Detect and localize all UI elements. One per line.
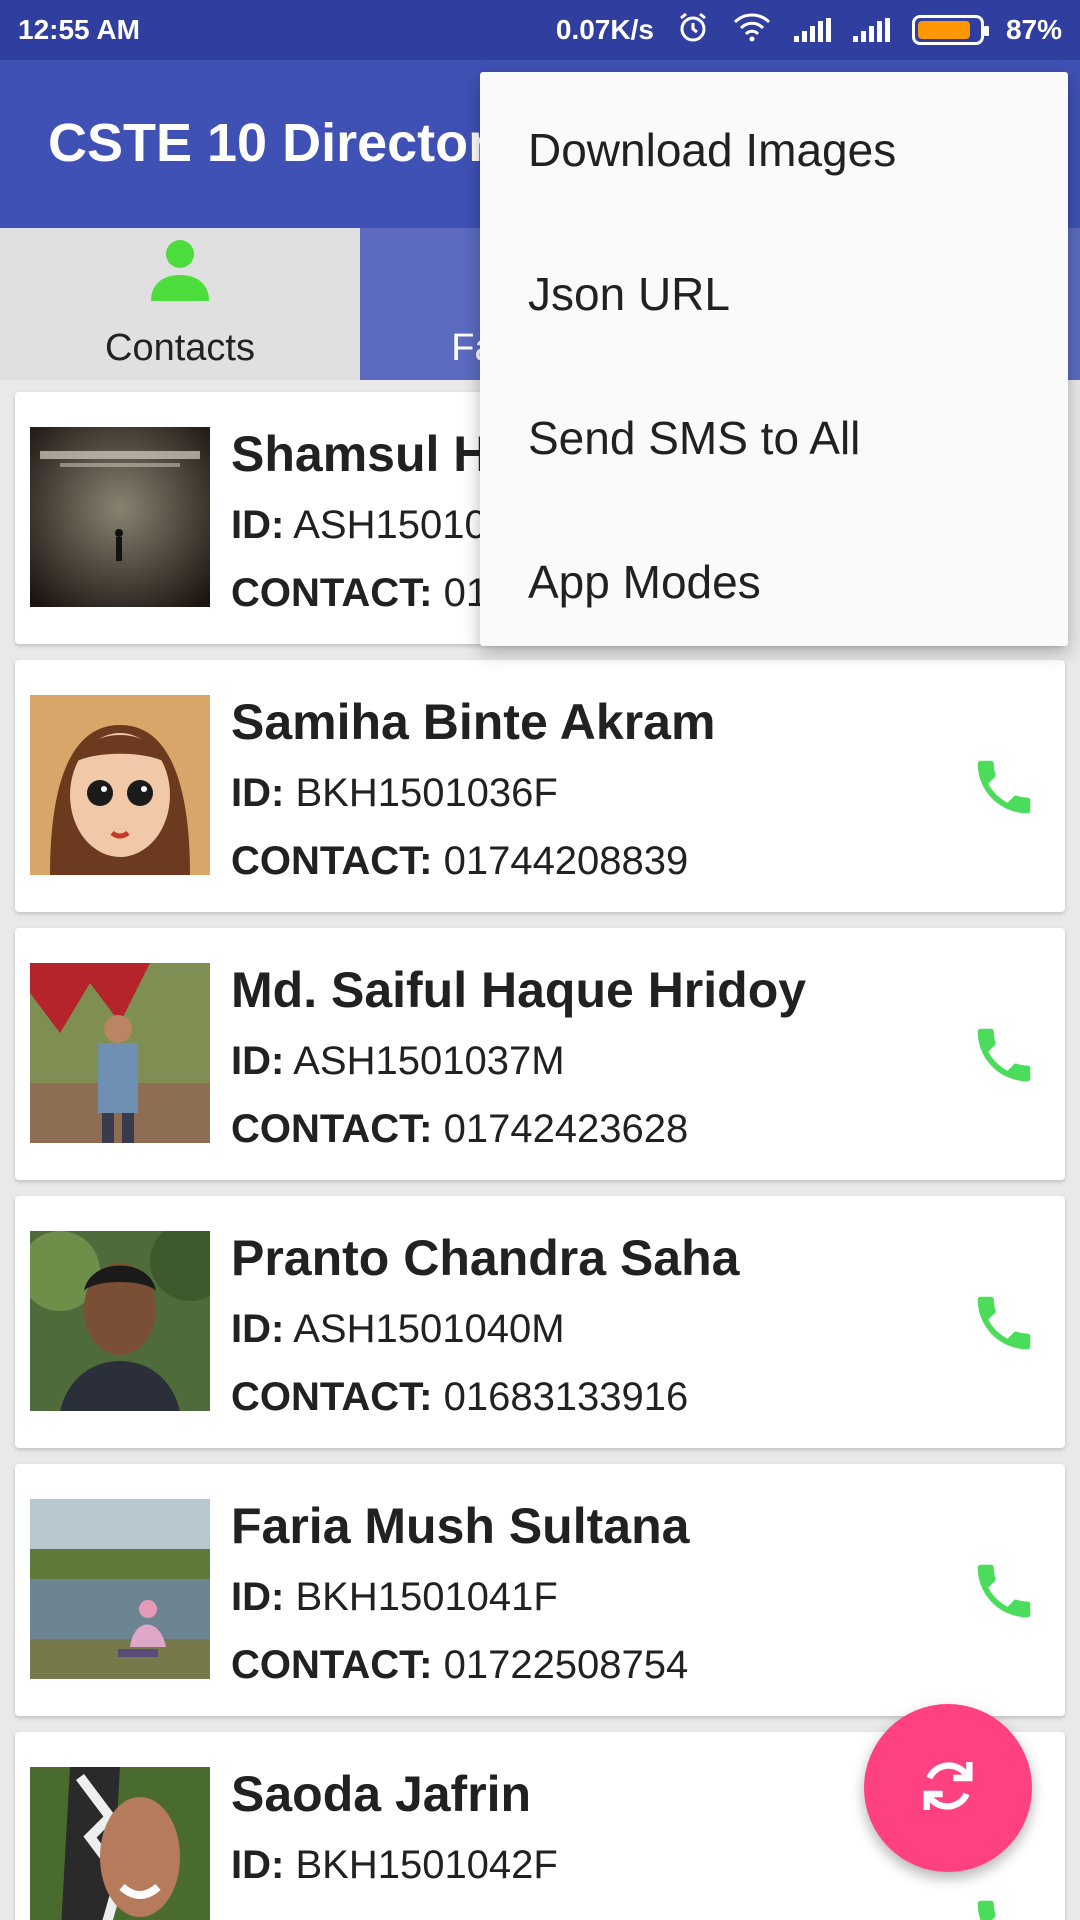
signal-icon-2 <box>852 18 890 42</box>
id-label: ID: <box>231 1307 285 1351</box>
contact-id: ASH1501040M <box>293 1307 565 1351</box>
contact-card[interactable]: Md. Saiful Haque Hridoy ID: ASH1501037M … <box>15 928 1065 1180</box>
wifi-icon <box>732 12 772 49</box>
contact-details: Samiha Binte Akram ID: BKH1501036F CONTA… <box>231 692 951 888</box>
menu-item-app-modes[interactable]: App Modes <box>480 510 1068 654</box>
id-label: ID: <box>231 1843 285 1887</box>
contact-phone: 01742423628 <box>443 1107 689 1151</box>
contact-name: Faria Mush Sultana <box>231 1498 690 1554</box>
contact-name: Pranto Chandra Saha <box>231 1230 740 1286</box>
phone-icon[interactable] <box>969 1288 1039 1358</box>
contact-id-row: ID: BKH1501041F <box>231 1570 951 1624</box>
refresh-button[interactable] <box>864 1704 1032 1872</box>
contact-id-row: ID: ASH1501037M <box>231 1034 951 1088</box>
phone-icon[interactable] <box>969 1020 1039 1090</box>
phone-icon[interactable] <box>969 1556 1039 1626</box>
alarm-icon <box>676 10 710 51</box>
person-icon <box>147 237 213 313</box>
contact-phone: 01722508754 <box>443 1643 689 1687</box>
contact-label: CONTACT: <box>231 1375 433 1419</box>
contact-label: CONTACT: <box>231 571 433 615</box>
contact-name: Md. Saiful Haque Hridoy <box>231 962 807 1018</box>
contact-name: Saoda Jafrin <box>231 1766 532 1822</box>
contact-phone: 01683133916 <box>443 1375 689 1419</box>
contact-id: BKH1501036F <box>295 771 558 815</box>
contact-id: ASH15010 <box>293 503 487 547</box>
contact-label: CONTACT: <box>231 839 433 883</box>
menu-item-download-images[interactable]: Download Images <box>480 78 1068 222</box>
contact-phone-row: CONTACT: 01744208839 <box>231 834 951 888</box>
contact-details: Saoda Jafrin ID: BKH1501042F <box>231 1764 951 1892</box>
avatar <box>30 963 210 1143</box>
battery-icon <box>911 15 989 45</box>
network-speed: 0.07K/s <box>555 14 654 45</box>
status-bar: 12:55 AM 0.07K/s 87% <box>0 0 1080 60</box>
contact-card[interactable]: Faria Mush Sultana ID: BKH1501041F CONTA… <box>15 1464 1065 1716</box>
contact-name: Samiha Binte Akram <box>231 694 716 750</box>
contact-card[interactable]: Samiha Binte Akram ID: BKH1501036F CONTA… <box>15 660 1065 912</box>
contact-phone: 01744208839 <box>443 839 689 883</box>
avatar <box>30 427 210 607</box>
contact-id-row: ID: ASH1501040M <box>231 1302 951 1356</box>
battery-percent: 87% <box>1005 14 1062 45</box>
phone-icon[interactable] <box>969 752 1039 822</box>
id-label: ID: <box>231 503 285 547</box>
contact-phone-row: CONTACT: 01722508754 <box>231 1638 951 1692</box>
contact-id: ASH1501037M <box>293 1039 565 1083</box>
avatar <box>30 695 210 875</box>
contact-id: BKH1501041F <box>295 1575 558 1619</box>
tab-contacts[interactable]: Contacts <box>0 228 360 380</box>
status-time: 12:55 AM <box>18 14 140 45</box>
id-label: ID: <box>231 771 285 815</box>
refresh-icon <box>916 1754 980 1823</box>
contact-phone-row: CONTACT: 01742423628 <box>231 1102 951 1156</box>
contact-label: CONTACT: <box>231 1643 433 1687</box>
contact-id: BKH1501042F <box>295 1843 558 1887</box>
id-label: ID: <box>231 1039 285 1083</box>
contact-card[interactable]: Pranto Chandra Saha ID: ASH1501040M CONT… <box>15 1196 1065 1448</box>
id-label: ID: <box>231 1575 285 1619</box>
avatar <box>30 1499 210 1679</box>
phone-icon[interactable] <box>969 1892 1039 1920</box>
signal-icon-1 <box>793 18 831 42</box>
tab-label: Contacts <box>105 327 255 369</box>
avatar <box>30 1231 210 1411</box>
menu-item-send-sms[interactable]: Send SMS to All <box>480 366 1068 510</box>
avatar <box>30 1767 210 1920</box>
contact-id-row: ID: BKH1501036F <box>231 766 951 820</box>
menu-item-json-url[interactable]: Json URL <box>480 222 1068 366</box>
contact-phone-row: CONTACT: 01683133916 <box>231 1370 951 1424</box>
contact-details: Pranto Chandra Saha ID: ASH1501040M CONT… <box>231 1228 951 1424</box>
contact-details: Faria Mush Sultana ID: BKH1501041F CONTA… <box>231 1496 951 1692</box>
status-icons: 0.07K/s 87% <box>556 10 1062 51</box>
contact-id-row: ID: BKH1501042F <box>231 1838 951 1892</box>
app-title: CSTE 10 Directory <box>48 113 520 173</box>
contact-label: CONTACT: <box>231 1107 433 1151</box>
overflow-menu: Download Images Json URL Send SMS to All… <box>480 72 1068 646</box>
contact-details: Md. Saiful Haque Hridoy ID: ASH1501037M … <box>231 960 951 1156</box>
